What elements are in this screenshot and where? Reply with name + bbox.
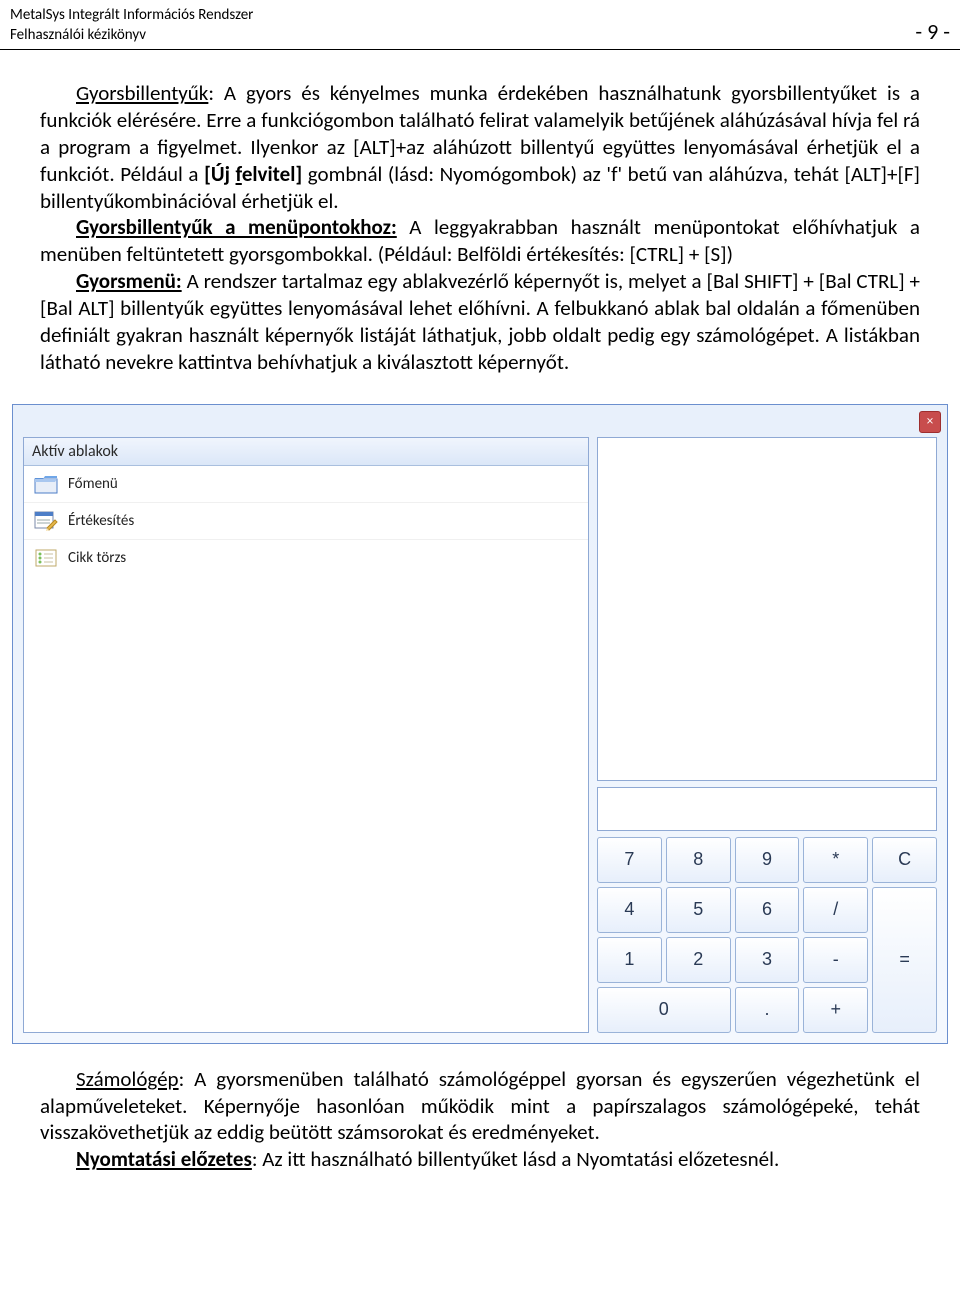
calc-btn-decimal[interactable]: . bbox=[735, 987, 800, 1033]
calc-btn-minus[interactable]: - bbox=[803, 937, 868, 983]
calc-btn-7[interactable]: 7 bbox=[597, 837, 662, 883]
doc-subtitle: Felhasználói kézikönyv bbox=[10, 26, 253, 46]
list-item[interactable]: Értékesítés bbox=[24, 503, 588, 540]
close-button[interactable]: × bbox=[919, 411, 941, 433]
active-windows-panel: Aktív ablakok Főmenü bbox=[23, 437, 589, 1033]
calculator-input[interactable] bbox=[597, 787, 937, 831]
calc-btn-1[interactable]: 1 bbox=[597, 937, 662, 983]
paragraph-shortcuts: Gyorsbillentyűk: A gyors és kényelmes mu… bbox=[40, 80, 920, 214]
calculator-panel: 7 8 9 * C 4 5 6 / = 1 2 3 - 0 . + bbox=[597, 437, 937, 1033]
calculator-history bbox=[597, 437, 937, 781]
calc-btn-divide[interactable]: / bbox=[803, 887, 868, 933]
quickmenu-window: × Aktív ablakok Főmenü bbox=[12, 404, 948, 1044]
list-item-label: Cikk törzs bbox=[68, 549, 126, 567]
page-header: MetalSys Integrált Információs Rendszer … bbox=[0, 0, 960, 50]
close-icon: × bbox=[927, 414, 933, 429]
body-text: Gyorsbillentyűk: A gyors és kényelmes mu… bbox=[0, 50, 960, 386]
doc-title: MetalSys Integrált Információs Rendszer bbox=[10, 6, 253, 26]
list-item[interactable]: Cikk törzs bbox=[24, 540, 588, 576]
list-lines-icon bbox=[32, 546, 60, 570]
calc-btn-2[interactable]: 2 bbox=[666, 937, 731, 983]
header-left: MetalSys Integrált Információs Rendszer … bbox=[10, 6, 253, 45]
label-shortcuts: Gyorsbillentyűk bbox=[76, 80, 208, 106]
list-item-label: Főmenü bbox=[68, 475, 118, 493]
window-body: Aktív ablakok Főmenü bbox=[23, 437, 937, 1033]
footer-text: Számológép: A gyorsmenüben található szá… bbox=[0, 1054, 960, 1194]
panel-title: Aktív ablakok bbox=[24, 438, 588, 466]
calc-btn-equals[interactable]: = bbox=[872, 887, 937, 1033]
calc-btn-clear[interactable]: C bbox=[872, 837, 937, 883]
calc-btn-6[interactable]: 6 bbox=[735, 887, 800, 933]
form-edit-icon bbox=[32, 509, 60, 533]
label-calculator: Számológép bbox=[76, 1066, 179, 1092]
calc-btn-9[interactable]: 9 bbox=[735, 837, 800, 883]
calc-btn-multiply[interactable]: * bbox=[803, 837, 868, 883]
calc-btn-plus[interactable]: + bbox=[803, 987, 868, 1033]
calc-btn-8[interactable]: 8 bbox=[666, 837, 731, 883]
calc-btn-4[interactable]: 4 bbox=[597, 887, 662, 933]
text: : Az itt használható billentyűket lásd a… bbox=[252, 1146, 779, 1172]
folder-icon bbox=[32, 472, 60, 496]
paragraph-quickmenu: Gyorsmenü: A rendszer tartalmaz egy abla… bbox=[40, 268, 920, 376]
label-quickmenu: Gyorsmenü: bbox=[76, 268, 182, 294]
calc-btn-5[interactable]: 5 bbox=[666, 887, 731, 933]
label-print-preview: Nyomtatási előzetes bbox=[76, 1146, 252, 1172]
page-number: - 9 - bbox=[915, 18, 950, 45]
bold-new-entry: [Új felvitel] bbox=[204, 161, 302, 187]
calc-btn-0[interactable]: 0 bbox=[597, 987, 731, 1033]
paragraph-print-preview: Nyomtatási előzetes: Az itt használható … bbox=[40, 1146, 920, 1173]
calc-btn-3[interactable]: 3 bbox=[735, 937, 800, 983]
list-item-label: Értékesítés bbox=[68, 512, 134, 530]
list-item[interactable]: Főmenü bbox=[24, 466, 588, 503]
calculator-keypad: 7 8 9 * C 4 5 6 / = 1 2 3 - 0 . + bbox=[597, 837, 937, 1033]
paragraph-menu-shortcuts: Gyorsbillentyűk a menüpontokhoz: A leggy… bbox=[40, 214, 920, 268]
paragraph-calculator: Számológép: A gyorsmenüben található szá… bbox=[40, 1066, 920, 1147]
label-menu-shortcuts: Gyorsbillentyűk a menüpontokhoz: bbox=[76, 214, 397, 240]
